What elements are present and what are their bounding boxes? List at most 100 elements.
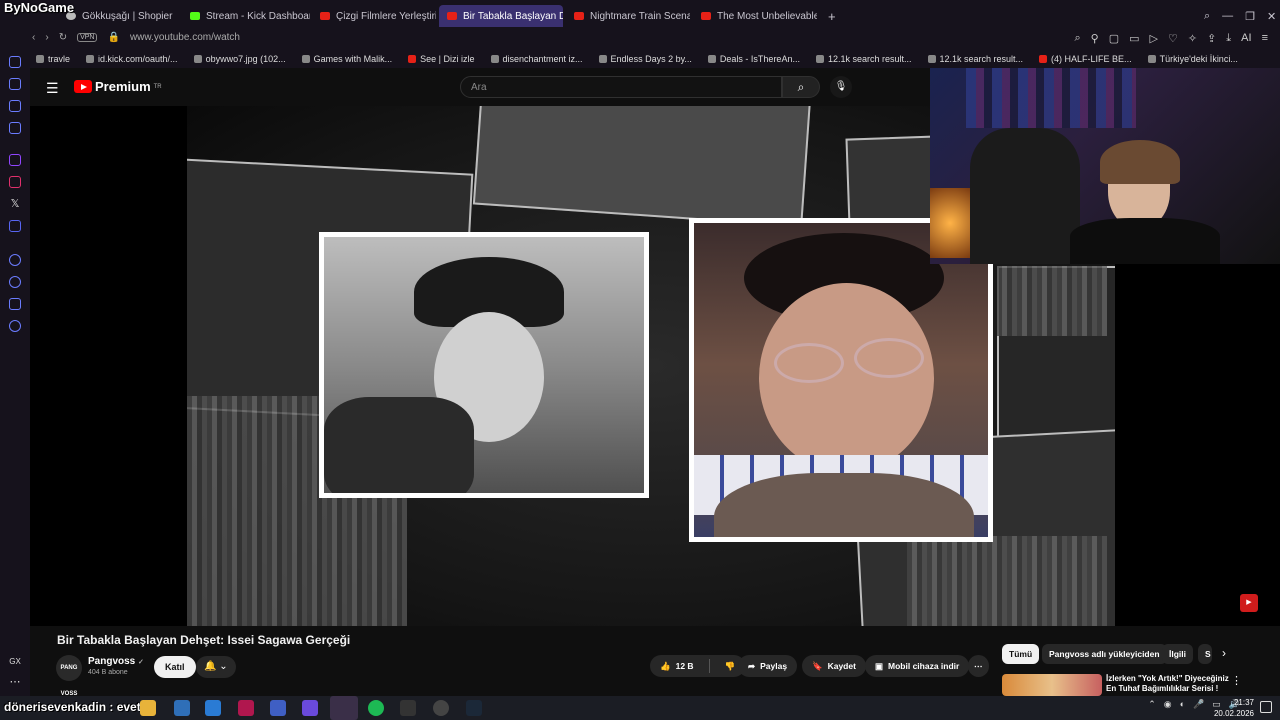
chevron-up-icon[interactable]: ⌃	[1148, 699, 1156, 710]
bookmark-item[interactable]: Endless Days 2 by...	[598, 54, 692, 64]
save-button[interactable]: 🔖 Kaydet	[802, 655, 866, 677]
clock-icon[interactable]	[9, 276, 21, 288]
app-icon[interactable]	[174, 700, 190, 716]
more-vert-icon[interactable]: ⋮	[1231, 674, 1242, 687]
recommended-thumbnail[interactable]	[1002, 674, 1102, 696]
channel-watermark-icon[interactable]: ▶	[1240, 594, 1258, 612]
search-input[interactable]: Ara	[460, 76, 782, 98]
twitch-icon[interactable]	[9, 154, 21, 166]
instagram-icon[interactable]	[9, 176, 21, 188]
heart-icon[interactable]: ♡	[1168, 32, 1178, 45]
maximize-icon[interactable]: ❐	[1245, 10, 1255, 23]
bookmark-item[interactable]: disenchantment iz...	[490, 54, 583, 64]
player-icon[interactable]	[9, 254, 21, 266]
more-actions-button[interactable]: ⋯	[968, 655, 989, 677]
adult-portrait-photo	[689, 218, 993, 542]
bookmark-item[interactable]: id.kick.com/oauth/...	[86, 54, 178, 64]
menu-icon[interactable]: ≡	[1262, 32, 1268, 45]
reload-icon[interactable]: ↻	[59, 32, 67, 43]
edge-icon[interactable]	[205, 700, 221, 716]
channel-name[interactable]: Pangvoss ✓	[88, 656, 144, 667]
back-icon[interactable]: ‹	[32, 32, 35, 43]
app-icon[interactable]	[302, 700, 318, 716]
chip-from-uploader[interactable]: Pangvoss adlı yükleyiciden	[1042, 644, 1167, 664]
tray-app-icon[interactable]: ◐	[1180, 699, 1185, 710]
youtube-logo[interactable]: Premium TR	[74, 79, 162, 94]
history-icon[interactable]	[9, 56, 21, 68]
bookmark-item[interactable]: (4) HALF-LIFE BE...	[1039, 54, 1132, 64]
discord-icon[interactable]	[9, 220, 21, 232]
obs-icon[interactable]	[433, 700, 449, 716]
new-tab-button[interactable]: +	[820, 5, 840, 27]
tab-cizgi-filmlere[interactable]: Çizgi Filmlere Yerleştirilmi	[312, 5, 436, 27]
download-to-mobile-button[interactable]: ▣ Mobil cihaza indir	[865, 655, 970, 677]
spotify-icon[interactable]	[368, 700, 384, 716]
share-button[interactable]: ➦ Paylaş	[738, 655, 798, 677]
mic-icon[interactable]: 🎤	[1193, 699, 1204, 710]
bookmark-item[interactable]: obywwo7.jpg (102...	[193, 54, 286, 64]
search-icon[interactable]: ⌕	[1204, 10, 1210, 23]
opera-gx-taskbar-icon[interactable]	[330, 696, 358, 720]
bookmark-item[interactable]: Games with Malik...	[301, 54, 392, 64]
window-controls[interactable]: ⌕ — ❐ ✕	[1196, 5, 1276, 27]
menu-icon[interactable]: ☰	[46, 80, 59, 97]
tab-kick-dashboard[interactable]: Stream - Kick Dashboard	[182, 5, 310, 27]
tray-app-icon[interactable]: ◉	[1164, 699, 1172, 710]
steam-icon[interactable]	[466, 700, 482, 716]
bag-icon[interactable]	[9, 78, 21, 90]
minimize-icon[interactable]: —	[1222, 10, 1233, 22]
app-icon[interactable]	[270, 700, 286, 716]
recommended-title[interactable]: İzlerken "Yok Artık!" Diyeceğiniz En Tuh…	[1106, 674, 1231, 694]
cube-icon[interactable]	[9, 298, 21, 310]
bookmark-item[interactable]: 12.1k search result...	[815, 54, 912, 64]
opera-gx-icon[interactable]: GX	[9, 656, 21, 668]
bookmark-item[interactable]: 12.1k search result...	[927, 54, 1023, 64]
close-icon[interactable]: ✕	[1267, 10, 1276, 23]
play-icon[interactable]: ▷	[1150, 32, 1158, 45]
search-icon[interactable]: ⌕	[782, 76, 820, 98]
chevron-right-icon[interactable]: ›	[1222, 646, 1226, 660]
app-icon[interactable]	[238, 700, 254, 716]
like-button[interactable]: 👍 12 B	[650, 655, 704, 677]
settings-icon[interactable]	[9, 320, 21, 332]
subscription-bell-button[interactable]: 🔔 ⌄	[196, 656, 236, 678]
x-icon[interactable]: 𝕏	[9, 198, 21, 210]
ai-button[interactable]: AI	[1241, 32, 1251, 45]
cast-icon[interactable]: ▭	[1129, 32, 1139, 45]
page-icon	[86, 55, 95, 63]
chip-related[interactable]: İlgili	[1162, 644, 1193, 664]
more-icon[interactable]: ⋯	[9, 676, 21, 688]
tab-shopier[interactable]: Gökkuşağı | Shopier	[58, 5, 180, 27]
file-explorer-icon[interactable]	[140, 700, 156, 716]
url-field[interactable]: www.youtube.com/watch	[130, 32, 240, 43]
bookmark-item[interactable]: Deals - IsThereAn...	[707, 54, 800, 64]
recommended-video[interactable]: İzlerken "Yok Artık!" Diyeceğiniz En Tuh…	[1002, 674, 1242, 696]
notification-icon[interactable]	[1260, 701, 1272, 713]
join-button[interactable]: Katıl	[154, 656, 196, 678]
screenshot-icon[interactable]: ▢	[1109, 32, 1119, 45]
tab-most-unbelievable[interactable]: The Most Unbelievable Na	[693, 5, 817, 27]
channel-avatar[interactable]: PANG VOSS	[56, 655, 82, 697]
downloads-icon[interactable]: ⤓	[1226, 32, 1231, 45]
bookmark-item[interactable]: See | Dizi izle	[408, 54, 475, 64]
lock-icon: 🔒	[107, 32, 120, 43]
clock[interactable]: 21:37 20.02.2026	[1214, 697, 1254, 719]
vpn-badge[interactable]: VPN	[77, 33, 98, 42]
zoom-icon[interactable]: ⌕	[1074, 32, 1080, 45]
bookmark-item[interactable]: Türkiye'deki İkinci...	[1147, 54, 1238, 64]
tab-nightmare-train[interactable]: Nightmare Train Scenario	[566, 5, 690, 27]
epic-games-icon[interactable]	[400, 700, 416, 716]
chip-partial[interactable]: S	[1198, 644, 1212, 664]
microphone-icon[interactable]: 🎙	[830, 76, 852, 98]
extensions-icon[interactable]: ✧	[1188, 32, 1197, 45]
share-icon[interactable]: ⇪	[1207, 32, 1216, 45]
pin-icon[interactable]: ⚲	[1091, 32, 1099, 45]
blurred-area	[997, 266, 1107, 336]
messenger-icon[interactable]	[9, 100, 21, 112]
bookmark-item[interactable]: travle	[36, 54, 70, 64]
chip-all[interactable]: Tümü	[1002, 644, 1040, 664]
mail-icon[interactable]	[9, 122, 21, 134]
tab-active-video[interactable]: Bir Tabakla Başlayan Dehş	[439, 5, 563, 27]
forward-icon[interactable]: ›	[45, 32, 48, 43]
thumbs-up-icon: 👍	[660, 660, 671, 671]
